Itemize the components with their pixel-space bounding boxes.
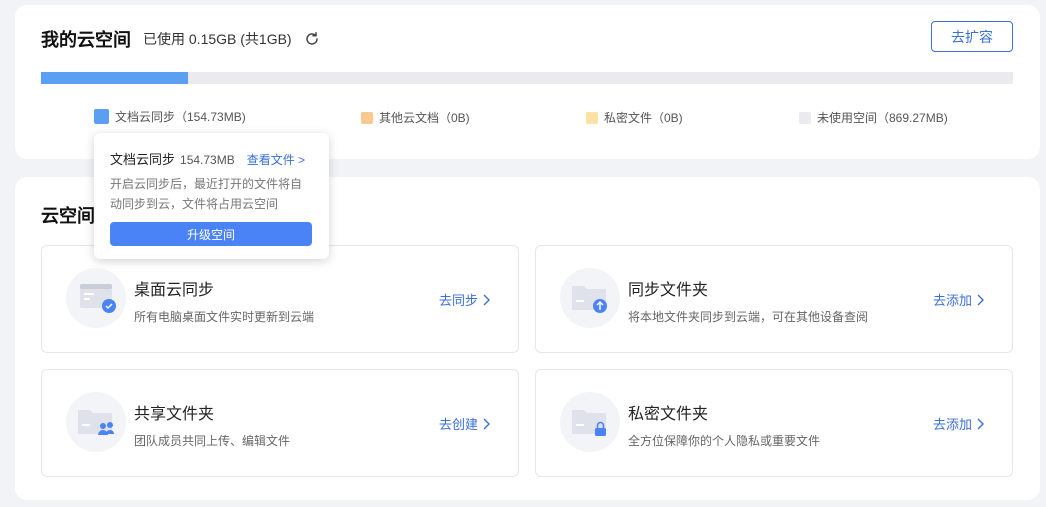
- feature-description: 团队成员共同上传、编辑文件: [134, 434, 291, 448]
- unused-space-swatch: [799, 111, 811, 124]
- chevron-right-icon: [482, 418, 490, 430]
- add-private-folder-link[interactable]: 去添加: [933, 414, 984, 433]
- doc-sync-tooltip: 文档云同步 154.73MB 查看文件 > 开启云同步后，最近打开的文件将自动同…: [94, 133, 329, 259]
- legend-item-doc-sync[interactable]: 文档云同步（154.73MB): [94, 108, 246, 125]
- legend-label: 未使用空间（869.27MB): [817, 111, 948, 125]
- legend-item-other-docs: 其他云文档（0B): [361, 109, 470, 126]
- feature-desktop-sync[interactable]: 桌面云同步 所有电脑桌面文件实时更新到云端 去同步: [41, 245, 519, 353]
- add-sync-folder-link[interactable]: 去添加: [933, 290, 984, 309]
- page-title: 我的云空间: [41, 30, 131, 50]
- chevron-right-icon: [976, 294, 984, 306]
- desktop-sync-icon: [66, 268, 126, 328]
- go-sync-link[interactable]: 去同步: [439, 290, 490, 309]
- legend-label: 私密文件（0B): [604, 111, 683, 125]
- upgrade-space-button[interactable]: 升级空间: [110, 222, 312, 246]
- private-folder-icon: [560, 392, 620, 452]
- feature-shared-folder[interactable]: 共享文件夹 团队成员共同上传、编辑文件 去创建: [41, 369, 519, 477]
- legend-label: 其他云文档（0B): [379, 111, 470, 125]
- expand-storage-button[interactable]: 去扩容: [931, 21, 1013, 52]
- feature-sync-folder[interactable]: 同步文件夹 将本地文件夹同步到云端，可在其他设备查阅 去添加: [535, 245, 1013, 353]
- refresh-icon[interactable]: [304, 31, 320, 47]
- legend-item-private-files: 私密文件（0B): [586, 109, 683, 126]
- tooltip-size: 154.73MB: [180, 153, 235, 167]
- action-label: 去添加: [932, 417, 972, 432]
- tooltip-title: 文档云同步: [110, 152, 176, 167]
- action-label: 去同步: [438, 293, 478, 308]
- chevron-right-icon: [976, 418, 984, 430]
- storage-progress-bar: [41, 72, 1013, 84]
- chevron-right-icon: [482, 294, 490, 306]
- usage-text: 已使用 0.15GB (共1GB): [143, 31, 292, 47]
- feature-description: 全方位保障你的个人隐私或重要文件: [628, 434, 821, 448]
- action-label: 去添加: [932, 293, 972, 308]
- feature-private-folder[interactable]: 私密文件夹 全方位保障你的个人隐私或重要文件 去添加: [535, 369, 1013, 477]
- tooltip-header: 文档云同步 154.73MB 查看文件 >: [110, 149, 305, 168]
- doc-sync-swatch: [94, 109, 109, 124]
- feature-description: 所有电脑桌面文件实时更新到云端: [134, 310, 315, 324]
- other-docs-swatch: [361, 111, 373, 124]
- legend-item-unused-space: 未使用空间（869.27MB): [799, 109, 948, 126]
- tooltip-description: 开启云同步后，最近打开的文件将自动同步到云，文件将占用云空间: [110, 177, 303, 211]
- feature-name: 桌面云同步: [134, 282, 215, 299]
- create-shared-folder-link[interactable]: 去创建: [439, 414, 490, 433]
- feature-name: 共享文件夹: [134, 406, 215, 423]
- legend-label: 文档云同步（154.73MB): [115, 110, 246, 124]
- private-files-swatch: [586, 111, 598, 124]
- feature-name: 同步文件夹: [628, 282, 709, 299]
- section-title: 云空间: [41, 206, 95, 226]
- action-label: 去创建: [438, 417, 478, 432]
- view-files-link[interactable]: 查看文件 >: [247, 151, 305, 168]
- storage-title-row: 我的云空间 已使用 0.15GB (共1GB): [41, 26, 320, 52]
- feature-description: 将本地文件夹同步到云端，可在其他设备查阅: [628, 310, 869, 324]
- feature-name: 私密文件夹: [628, 406, 709, 423]
- storage-progress-fill: [41, 72, 188, 84]
- sync-folder-icon: [560, 268, 620, 328]
- shared-folder-icon: [66, 392, 126, 452]
